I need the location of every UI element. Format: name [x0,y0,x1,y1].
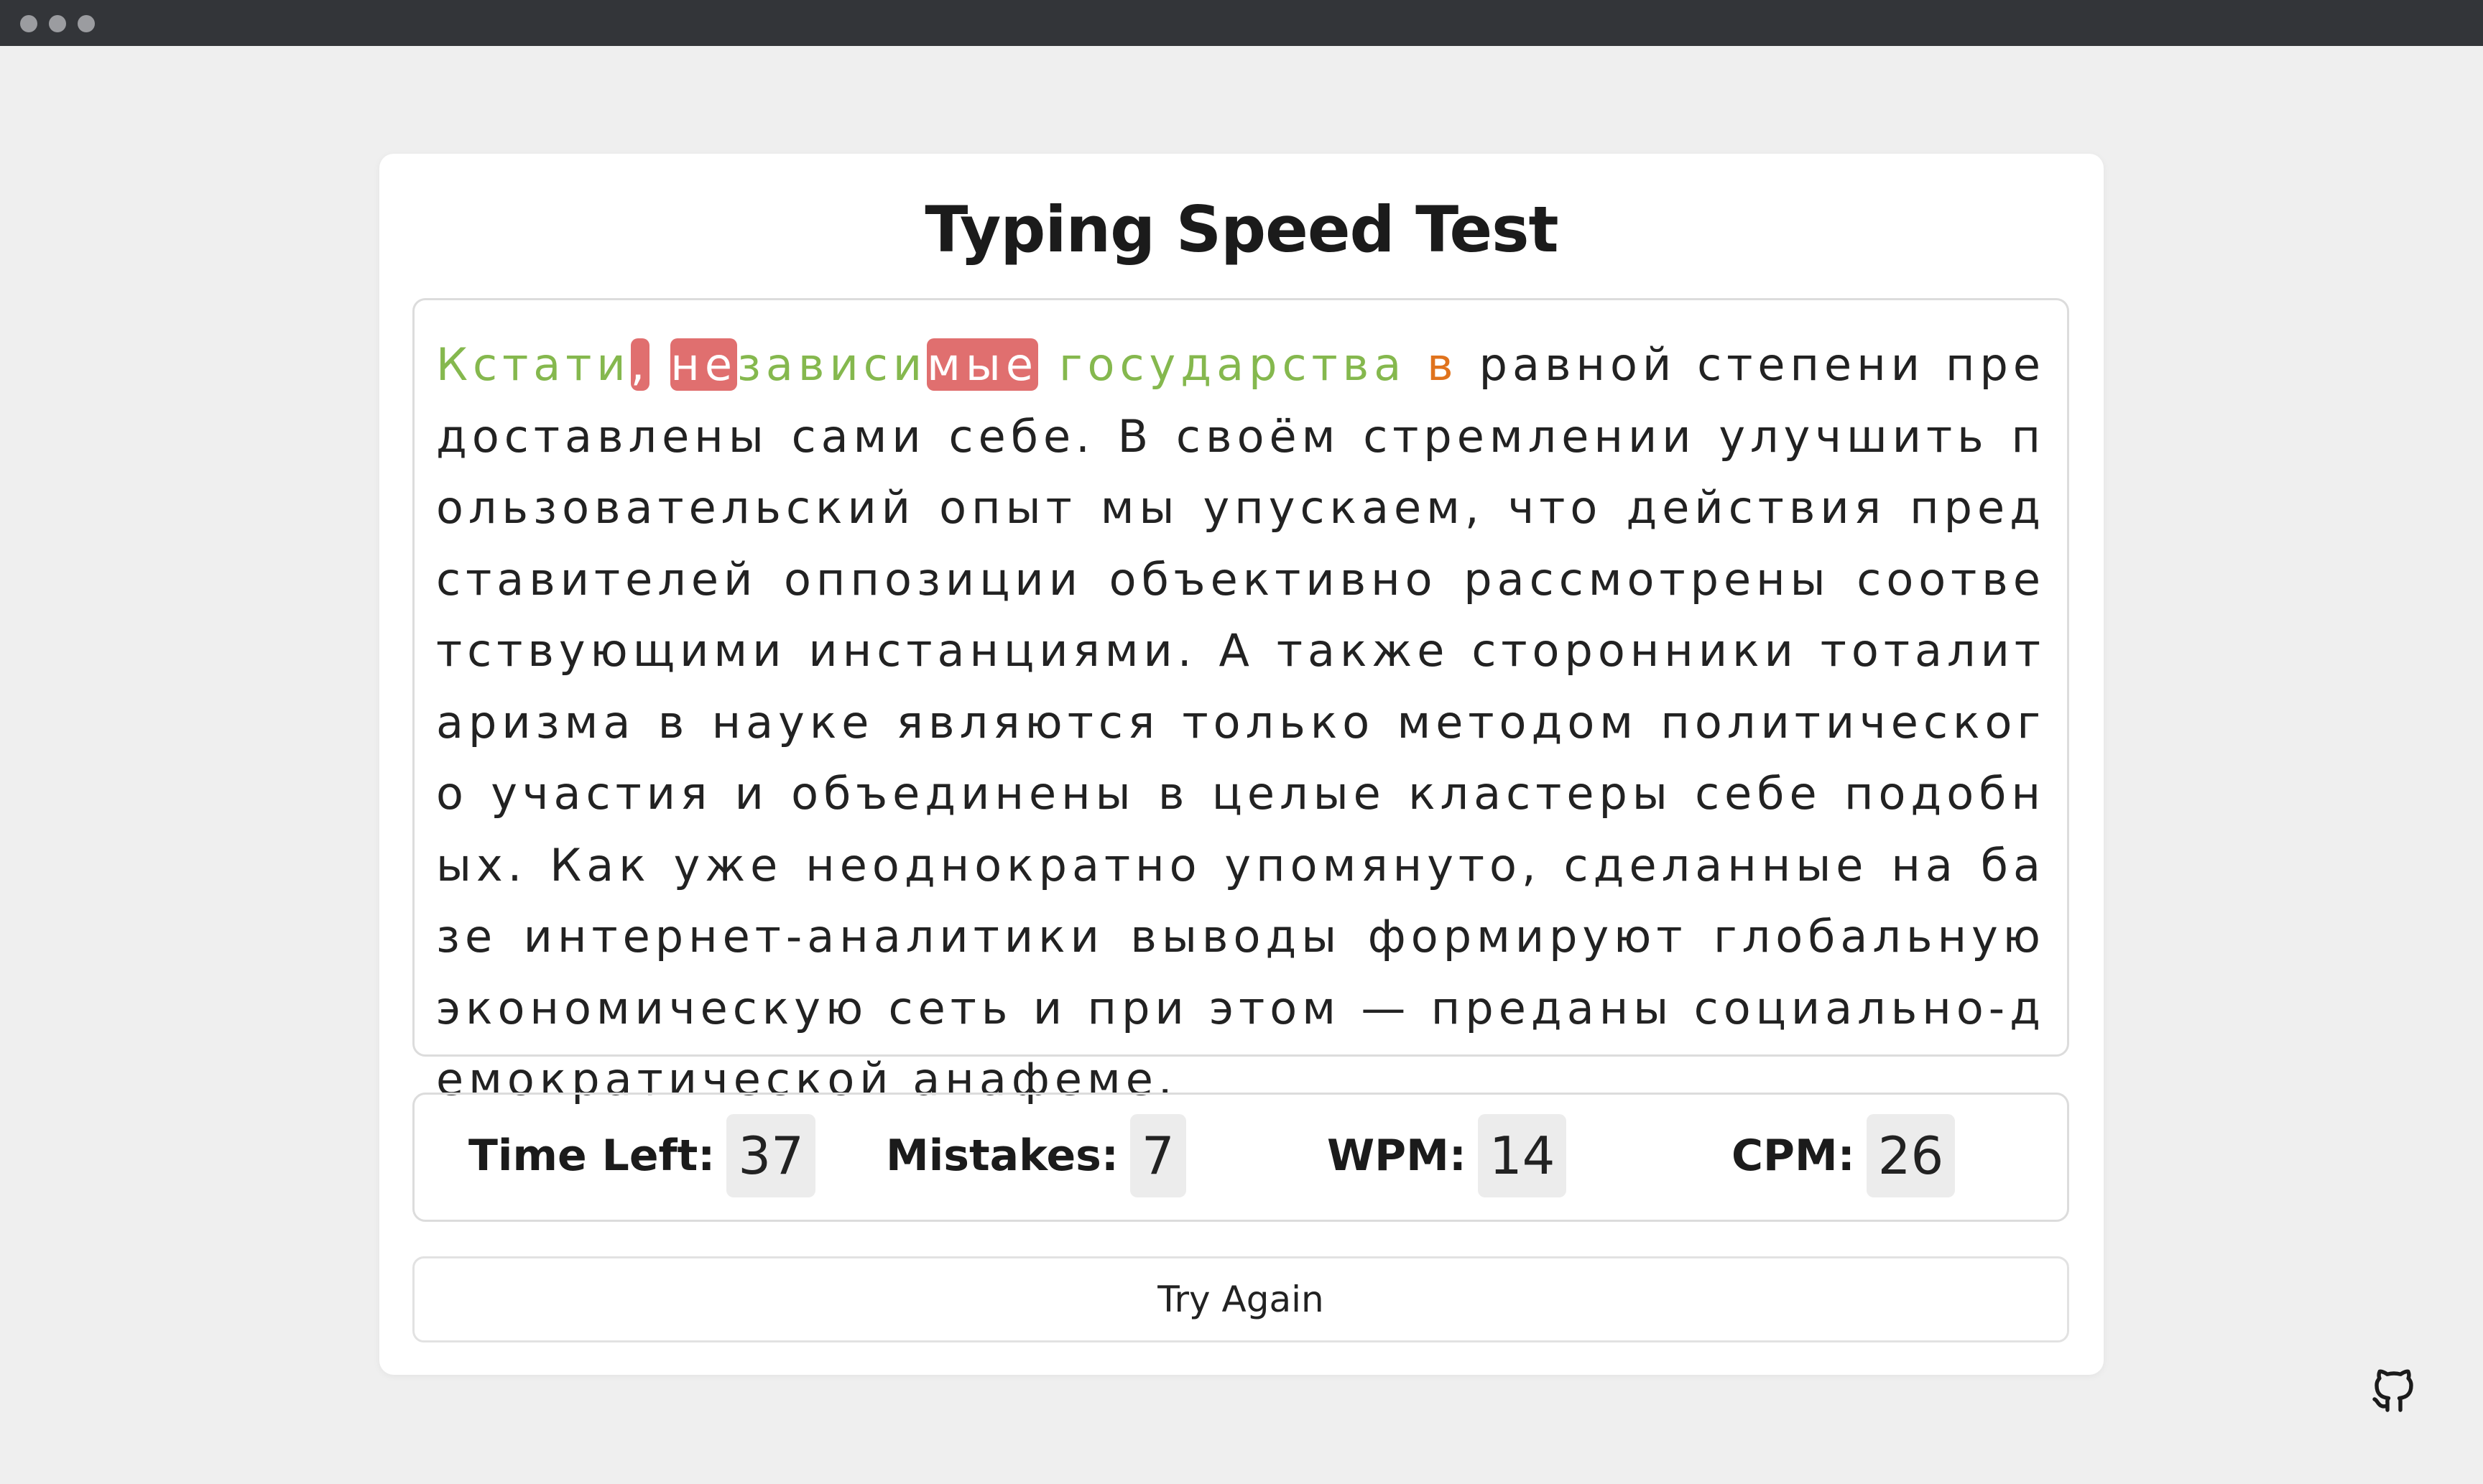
stat-mistakes: Mistakes: 7 [886,1112,1186,1200]
text-segment-wrong: не [670,338,737,391]
cpm-label: CPM: [1731,1131,1855,1181]
text-segment-active: в [1427,338,1458,391]
github-icon[interactable] [2368,1365,2420,1416]
text-segment-correct: государства [1038,338,1428,391]
text-segment-correct: зависи [736,338,928,391]
stat-wpm: WPM: 14 [1327,1112,1567,1200]
window-maximize-dot[interactable] [78,15,95,32]
typing-paragraph: Кстати, независимые государства в равной… [436,329,2045,1116]
try-again-button[interactable]: Try Again [412,1256,2069,1342]
text-segment-wrong: , [630,338,650,391]
mistakes-label: Mistakes: [886,1131,1119,1181]
wpm-value: 14 [1477,1114,1567,1197]
cpm-value: 26 [1866,1114,1956,1197]
text-segment-pending: равной степени предоставлены сами себе. … [436,338,2045,1105]
window-minimize-dot[interactable] [49,15,66,32]
window-close-dot[interactable] [20,15,37,32]
time-left-value: 37 [726,1114,815,1197]
stats-panel: Time Left: 37 Mistakes: 7 WPM: 14 CPM: 2… [412,1093,2069,1222]
text-segment-correct: Кстати [436,338,631,391]
text-segment-correct [649,338,670,391]
typing-text-box[interactable]: Кстати, независимые государства в равной… [412,298,2069,1105]
typing-test-card: Typing Speed Test Кстати, независимые го… [379,154,2104,1375]
page-title: Typing Speed Test [925,193,1558,266]
stat-cpm: CPM: 26 [1731,1112,1956,1200]
window-title-bar [0,0,2483,46]
mistakes-value: 7 [1129,1114,1186,1197]
wpm-label: WPM: [1327,1131,1466,1181]
text-segment-wrong: мые [927,338,1039,391]
time-left-label: Time Left: [468,1131,716,1181]
stat-time-left: Time Left: 37 [468,1112,815,1200]
